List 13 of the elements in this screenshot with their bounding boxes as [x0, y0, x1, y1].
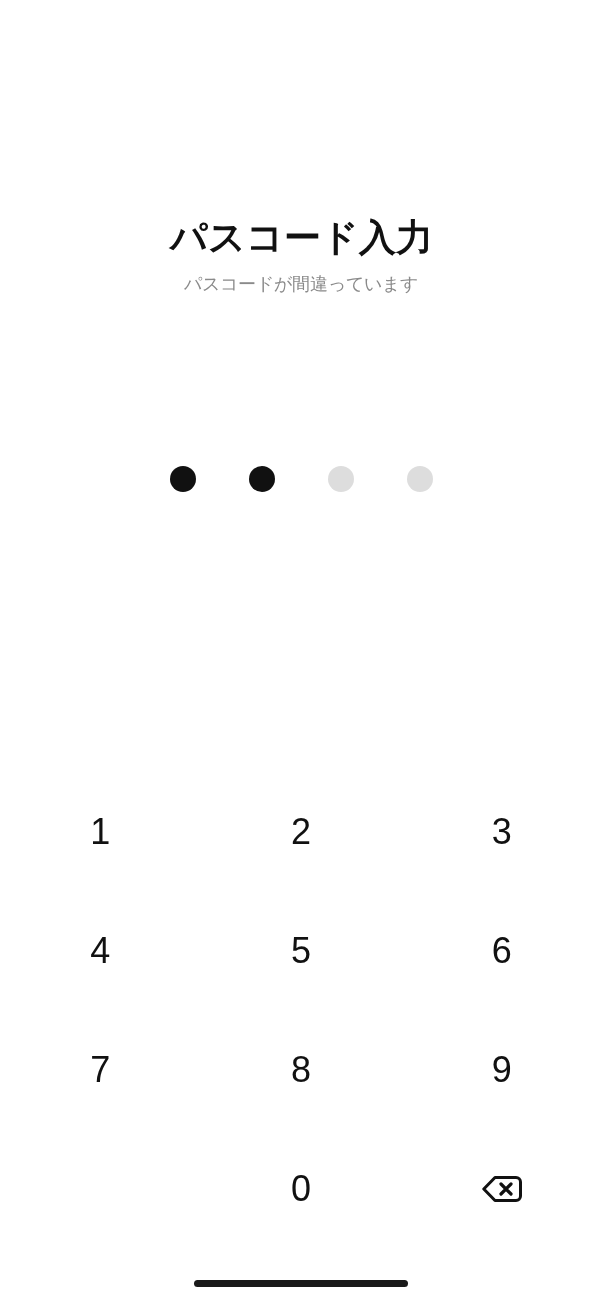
digit-key[interactable]: 7 — [76, 1041, 125, 1098]
digit-key[interactable]: 5 — [276, 922, 325, 979]
backspace-icon[interactable] — [481, 1175, 522, 1202]
digit-key[interactable]: 3 — [477, 803, 526, 860]
digit-key[interactable]: 0 — [276, 1160, 325, 1217]
digit-key[interactable]: 1 — [76, 803, 125, 860]
digit-key[interactable]: 2 — [276, 803, 325, 860]
digit-key[interactable]: 6 — [477, 922, 526, 979]
screen-title: パスコード入力 — [169, 216, 433, 260]
digit-key[interactable]: 8 — [276, 1041, 325, 1098]
digit-key[interactable]: 9 — [477, 1041, 526, 1098]
digit-key[interactable]: 4 — [76, 922, 125, 979]
error-message: パスコードが間違っています — [184, 273, 418, 296]
